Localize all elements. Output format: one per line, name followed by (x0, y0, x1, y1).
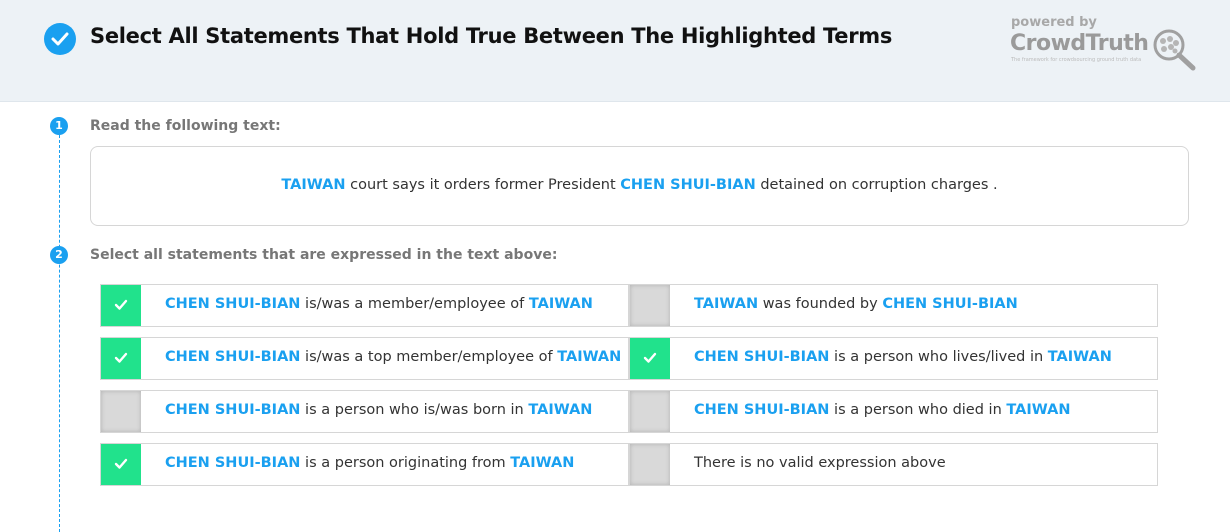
term-a: TAIWAN (694, 296, 759, 312)
statement-option-1[interactable]: CHEN SHUI-BIAN is/was a member/employee … (100, 284, 629, 327)
term-b: TAIWAN (1047, 349, 1112, 365)
task-header: Select All Statements That Hold True Bet… (0, 0, 1230, 102)
step-2-label: Select all statements that are expressed… (90, 247, 558, 263)
relation-text: is a person who died in (829, 402, 1007, 418)
relation-text: was founded by (758, 296, 883, 312)
statement-text: TAIWAN was founded by CHEN SHUI-BIAN (694, 296, 1018, 312)
checkmark-icon (114, 299, 128, 310)
step-number-1: 1 (50, 117, 68, 135)
checkbox-unchecked[interactable] (630, 285, 670, 326)
term-b: TAIWAN (510, 455, 575, 471)
term-a: CHEN SHUI-BIAN (694, 402, 830, 418)
statement-option-6[interactable]: CHEN SHUI-BIAN is a person who died in T… (629, 390, 1158, 433)
powered-by-label: powered by (1011, 15, 1097, 30)
passage-term-2: CHEN SHUI-BIAN (620, 177, 756, 193)
term-a: CHEN SHUI-BIAN (165, 455, 301, 471)
term-b: TAIWAN (557, 349, 622, 365)
term-a: CHEN SHUI-BIAN (165, 296, 301, 312)
checkmark-icon (114, 458, 128, 469)
statement-text: CHEN SHUI-BIAN is a person originating f… (165, 455, 574, 471)
statement-option-5[interactable]: CHEN SHUI-BIAN is a person who is/was bo… (100, 390, 629, 433)
checkbox-checked[interactable] (101, 338, 141, 379)
crowd-magnifier-icon (1152, 28, 1198, 76)
term-b: TAIWAN (528, 296, 593, 312)
checkbox-unchecked[interactable] (630, 444, 670, 485)
plain-text: There is no valid expression above (694, 455, 946, 471)
passage-term-1: TAIWAN (281, 177, 346, 193)
step-1-label: Read the following text: (90, 118, 281, 134)
statement-text: CHEN SHUI-BIAN is a person who died in T… (694, 402, 1070, 418)
relation-text: is a person who is/was born in (300, 402, 529, 418)
term-a: CHEN SHUI-BIAN (694, 349, 830, 365)
checkmark-icon (114, 352, 128, 363)
step-timeline (59, 135, 60, 532)
statement-option-4[interactable]: CHEN SHUI-BIAN is a person who lives/liv… (629, 337, 1158, 380)
term-b: TAIWAN (1006, 402, 1071, 418)
term-a: CHEN SHUI-BIAN (165, 349, 301, 365)
passage-text: TAIWAN court says it orders former Presi… (91, 177, 1188, 193)
task-check-icon (44, 23, 76, 55)
checkbox-unchecked[interactable] (101, 391, 141, 432)
brand-tagline: The framework for crowdsourcing ground t… (1011, 57, 1142, 63)
statement-option-none[interactable]: There is no valid expression above (629, 443, 1158, 486)
checkbox-checked[interactable] (630, 338, 670, 379)
checkbox-checked[interactable] (101, 444, 141, 485)
statement-option-2[interactable]: TAIWAN was founded by CHEN SHUI-BIAN (629, 284, 1158, 327)
statement-text: CHEN SHUI-BIAN is a person who is/was bo… (165, 402, 592, 418)
statement-text: CHEN SHUI-BIAN is/was a member/employee … (165, 296, 593, 312)
statement-text: CHEN SHUI-BIAN is a person who lives/liv… (694, 349, 1112, 365)
checkbox-unchecked[interactable] (630, 391, 670, 432)
checkmark-icon (643, 352, 657, 363)
statement-text: CHEN SHUI-BIAN is/was a top member/emplo… (165, 349, 621, 365)
checkbox-checked[interactable] (101, 285, 141, 326)
statement-option-3[interactable]: CHEN SHUI-BIAN is/was a top member/emplo… (100, 337, 629, 380)
step-number-2: 2 (50, 246, 68, 264)
relation-text: is a person who lives/lived in (829, 349, 1048, 365)
statement-text: There is no valid expression above (694, 455, 946, 471)
relation-text: is/was a top member/employee of (300, 349, 558, 365)
term-b: TAIWAN (528, 402, 593, 418)
passage-box: TAIWAN court says it orders former Presi… (90, 146, 1189, 226)
relation-text: is a person originating from (300, 455, 511, 471)
term-a: CHEN SHUI-BIAN (165, 402, 301, 418)
brand-logo: CrowdTruth (1010, 31, 1149, 56)
passage-part-2: detained on corruption charges . (755, 177, 998, 193)
relation-text: is/was a member/employee of (300, 296, 529, 312)
page-title: Select All Statements That Hold True Bet… (90, 24, 893, 48)
passage-part-1: court says it orders former President (345, 177, 621, 193)
term-b: CHEN SHUI-BIAN (882, 296, 1018, 312)
statement-option-7[interactable]: CHEN SHUI-BIAN is a person originating f… (100, 443, 629, 486)
